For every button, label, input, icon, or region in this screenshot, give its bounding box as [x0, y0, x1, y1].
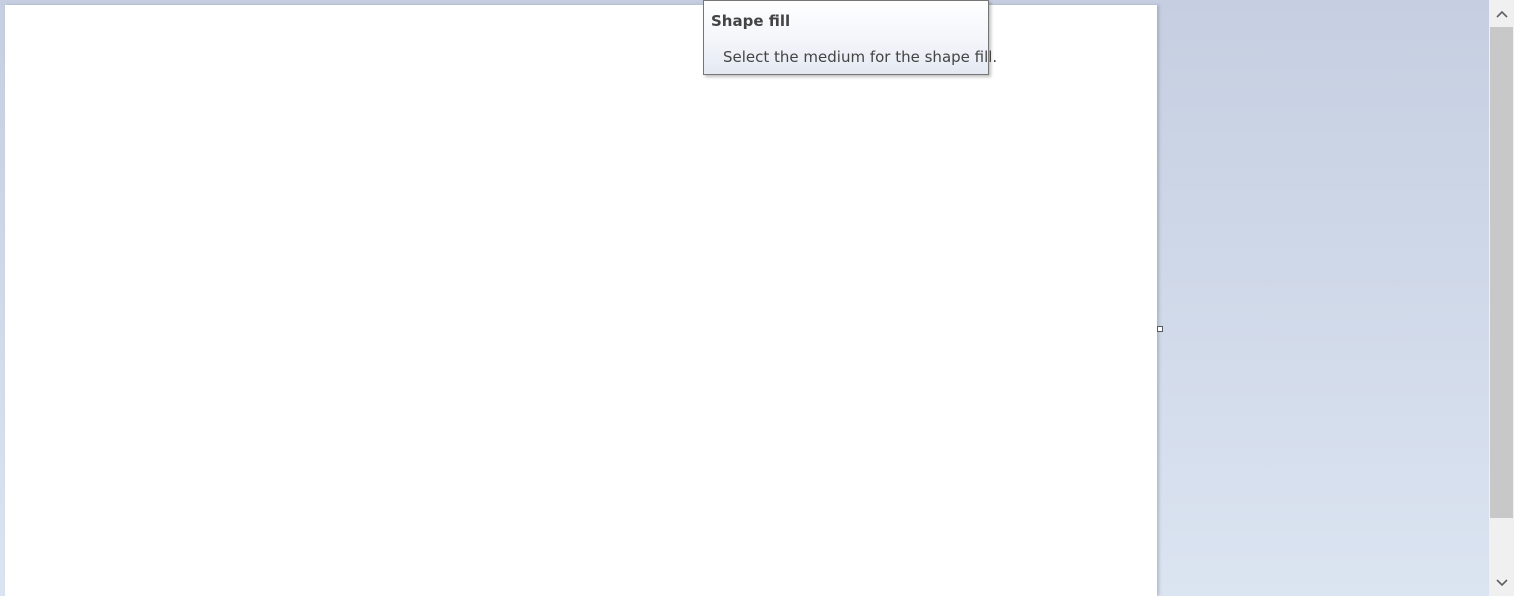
scroll-down-button[interactable] — [1489, 570, 1514, 595]
workspace-area — [0, 0, 1489, 596]
shape-fill-tooltip: Shape fill Select the medium for the sha… — [703, 0, 997, 75]
scrollbar-thumb[interactable] — [1490, 27, 1513, 518]
drawing-canvas[interactable] — [5, 5, 1157, 596]
chevron-up-icon — [1495, 10, 1508, 18]
canvas-resize-handle[interactable] — [1157, 326, 1163, 332]
vertical-scrollbar[interactable] — [1489, 0, 1514, 596]
tooltip-title: Shape fill — [711, 12, 791, 30]
scroll-up-button[interactable] — [1489, 1, 1514, 26]
tooltip-description: Select the medium for the shape fill. — [723, 48, 998, 66]
chevron-down-icon — [1495, 578, 1508, 586]
